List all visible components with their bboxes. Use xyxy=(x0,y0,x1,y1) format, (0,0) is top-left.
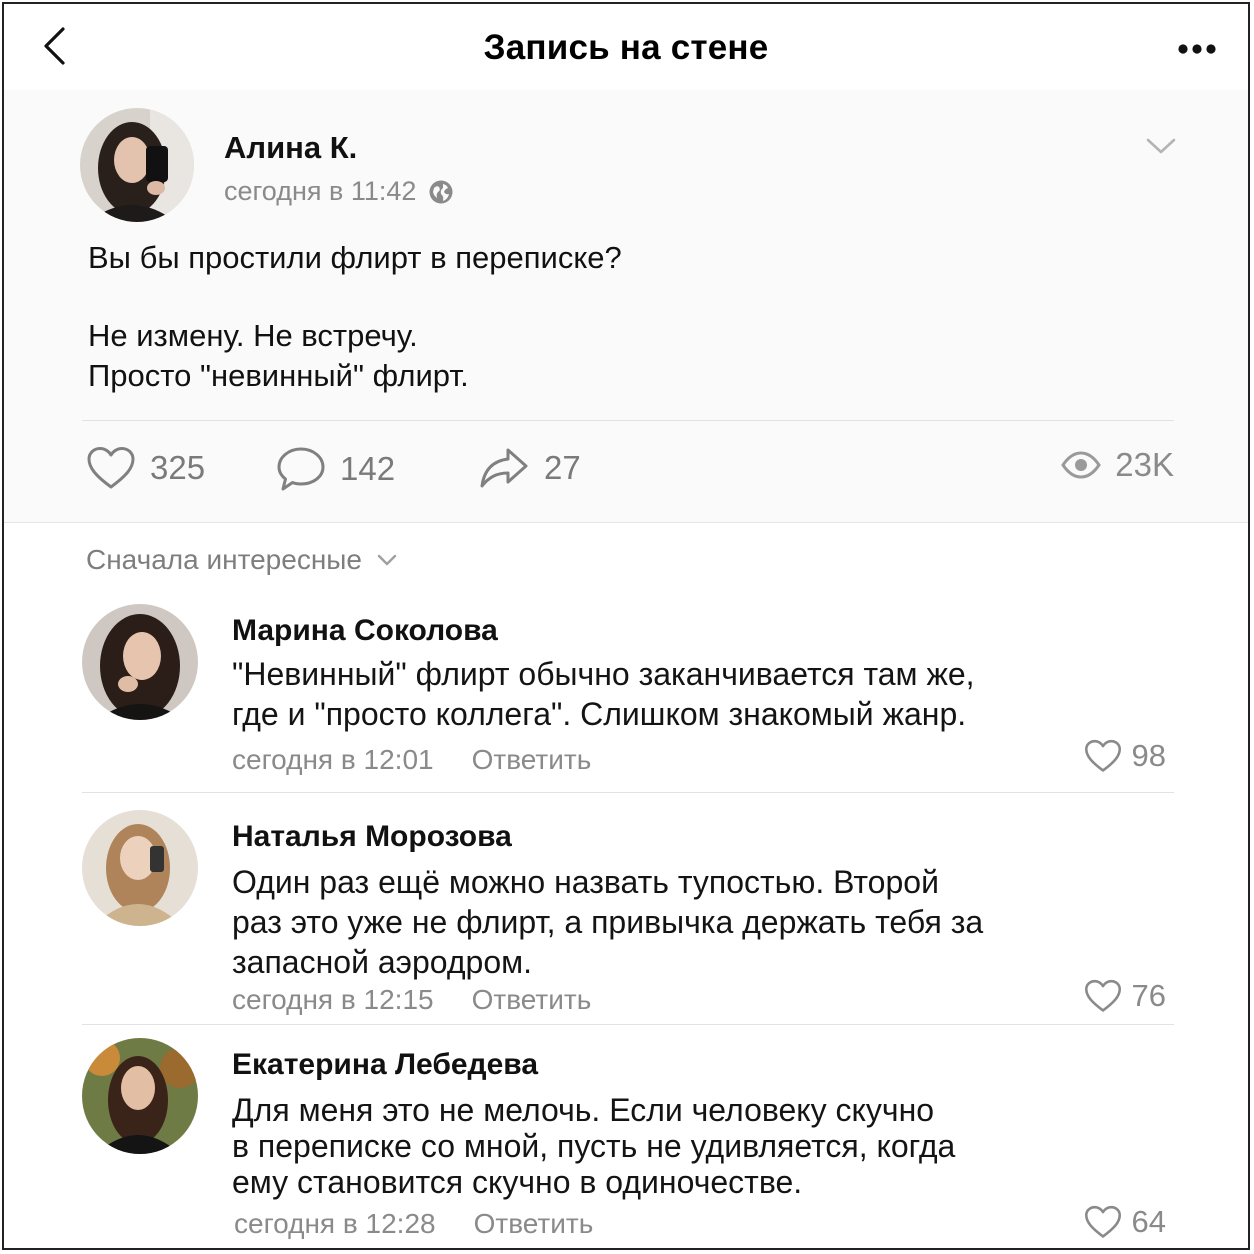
heart-icon xyxy=(87,447,135,489)
likes-count: 325 xyxy=(150,449,206,486)
post-time: сегодня в 11:42 xyxy=(224,176,454,207)
shares-count: 27 xyxy=(544,449,581,486)
comment-meta: сегодня в 12:15 Ответить xyxy=(232,984,591,1016)
comment-text: Один раз ещё можно назвать тупостью. Вто… xyxy=(232,862,1018,982)
heart-icon xyxy=(1084,979,1121,1012)
reply-button[interactable]: Ответить xyxy=(472,984,592,1016)
comment-time: сегодня в 12:28 xyxy=(234,1208,436,1239)
top-bar: Запись на стене xyxy=(4,4,1248,91)
commenter-avatar[interactable] xyxy=(82,1038,198,1154)
comment-line: в переписке со мной, пусть не удивляется… xyxy=(232,1128,956,1164)
post-line: Не измену. Не встречу. xyxy=(88,318,418,353)
more-dots-icon xyxy=(1178,44,1216,54)
comment-item: Марина Соколова "Невинный" флирт обычно … xyxy=(4,602,1248,792)
heart-icon xyxy=(1084,739,1121,772)
comment-line: запасной аэродром. xyxy=(232,944,532,980)
comment-text: Для меня это не мелочь. Если человеку ск… xyxy=(232,1092,1018,1200)
heart-icon xyxy=(1084,1205,1121,1238)
post-line: Просто "невинный" флирт. xyxy=(88,358,469,393)
comment-text: "Невинный" флирт обычно заканчивается та… xyxy=(232,654,1018,734)
chevron-down-icon xyxy=(1146,138,1176,154)
like-button[interactable]: 325 xyxy=(86,446,205,490)
comment-meta: сегодня в 12:01 Ответить xyxy=(232,744,591,776)
views-count: 23K xyxy=(1115,446,1174,483)
comments-sort-dropdown[interactable]: Сначала интересные xyxy=(86,544,398,576)
eye-icon xyxy=(1061,451,1102,479)
more-button[interactable] xyxy=(1172,32,1222,66)
comment-line: Для меня это не мелочь. Если человеку ск… xyxy=(232,1092,935,1128)
post-options-button[interactable] xyxy=(1144,134,1184,164)
comment-line: где и "просто коллега". Слишком знакомый… xyxy=(232,696,967,732)
comment-line: Один раз ещё можно назвать тупостью. Вто… xyxy=(232,864,939,900)
commenter-avatar[interactable] xyxy=(82,810,198,926)
comment-line: "Невинный" флирт обычно заканчивается та… xyxy=(232,656,975,692)
comment-like-button[interactable]: 98 xyxy=(1084,738,1166,774)
share-arrow-icon xyxy=(480,448,528,488)
comment-likes-count: 64 xyxy=(1131,1204,1166,1239)
divider xyxy=(82,1024,1174,1025)
divider xyxy=(82,792,1174,793)
commenter-name[interactable]: Екатерина Лебедева xyxy=(232,1048,538,1082)
commenter-name[interactable]: Марина Соколова xyxy=(232,614,498,648)
commenter-name[interactable]: Наталья Морозова xyxy=(232,820,512,854)
comment-like-button[interactable]: 64 xyxy=(1084,1204,1166,1240)
post-time-label: сегодня в 11:42 xyxy=(224,176,417,206)
comment-item: Наталья Морозова Один раз ещё можно назв… xyxy=(4,808,1248,1024)
comment-time: сегодня в 12:01 xyxy=(232,744,434,775)
chevron-down-icon xyxy=(377,554,397,566)
comment-likes-count: 76 xyxy=(1131,978,1166,1013)
reply-button[interactable]: Ответить xyxy=(474,1208,594,1240)
post-actions: 325 142 27 23K xyxy=(84,446,1174,502)
comments-count: 142 xyxy=(340,450,396,487)
sort-label: Сначала интересные xyxy=(86,544,362,575)
views-counter: 23K xyxy=(1061,446,1174,484)
page-title: Запись на стене xyxy=(483,28,769,67)
comment-time: сегодня в 12:15 xyxy=(232,984,434,1015)
comment-button[interactable]: 142 xyxy=(276,446,395,492)
comment-likes-count: 98 xyxy=(1131,738,1166,773)
comment-meta: сегодня в 12:28 Ответить xyxy=(234,1208,593,1240)
post-line: Вы бы простили флирт в переписке? xyxy=(88,240,622,275)
author-avatar[interactable] xyxy=(80,108,194,222)
globe-icon xyxy=(429,180,453,203)
comment-like-button[interactable]: 76 xyxy=(1084,978,1166,1014)
commenter-avatar[interactable] xyxy=(82,604,198,720)
share-button[interactable]: 27 xyxy=(478,446,581,490)
post-text: Вы бы простили флирт в переписке? Не изм… xyxy=(88,238,622,396)
author-name[interactable]: Алина К. xyxy=(224,130,357,166)
wall-post: Алина К. сегодня в 11:42 Вы бы простили … xyxy=(4,90,1248,522)
app-frame: Запись на стене Алина К. сегодня в 11:42… xyxy=(2,2,1250,1250)
reply-button[interactable]: Ответить xyxy=(472,744,592,776)
section-divider xyxy=(4,522,1248,523)
comment-item: Екатерина Лебедева Для меня это не мелоч… xyxy=(4,1038,1248,1248)
comment-line: раз это уже не флирт, а привычка держать… xyxy=(232,904,984,940)
comment-bubble-icon xyxy=(277,447,325,491)
divider xyxy=(82,420,1174,421)
comment-line: ему становится скучно в одиночестве. xyxy=(232,1164,803,1200)
